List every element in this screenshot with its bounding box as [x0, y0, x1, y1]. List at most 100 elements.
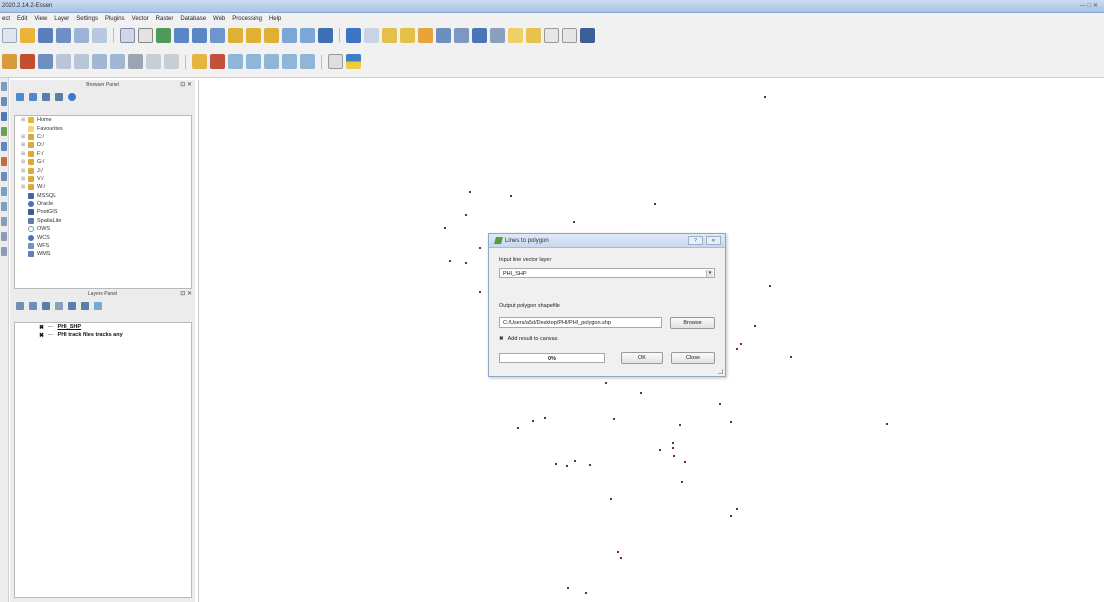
composer-manager-icon[interactable] — [92, 27, 107, 43]
expand-all-icon[interactable] — [68, 302, 76, 310]
zoom-to-layer-icon[interactable] — [264, 27, 279, 43]
menu-settings[interactable]: Settings — [76, 16, 98, 22]
close-button[interactable]: Close — [671, 352, 715, 364]
browser-item-ows[interactable]: OWS — [15, 225, 191, 233]
browser-item-wcs[interactable]: WCS — [15, 233, 191, 241]
zoom-to-selection-icon[interactable] — [246, 27, 261, 43]
print-composer-icon[interactable] — [74, 27, 89, 43]
toggle-editing-icon[interactable] — [20, 54, 35, 69]
ok-button[interactable]: OK — [621, 352, 663, 364]
browser-item-spatialite[interactable]: SpatiaLite — [15, 217, 191, 225]
menu-raster[interactable]: Raster — [156, 16, 174, 22]
show-labels-icon[interactable] — [228, 54, 243, 69]
menu-vector[interactable]: Vector — [132, 16, 149, 22]
add-selected-layers-icon[interactable] — [16, 93, 24, 101]
open-attribute-table-icon[interactable] — [418, 27, 433, 43]
output-shapefile-field[interactable] — [499, 317, 662, 328]
rotate-label-icon[interactable] — [264, 54, 279, 69]
zoom-out-icon[interactable] — [192, 27, 207, 43]
new-shapefile-icon[interactable] — [1, 232, 7, 241]
zoom-last-icon[interactable] — [282, 27, 297, 43]
menu-database[interactable]: Database — [180, 16, 206, 22]
style-manager-icon[interactable] — [16, 302, 24, 310]
browser-item-home[interactable]: ⊞ Home — [15, 116, 191, 124]
add-feature-icon[interactable] — [56, 54, 71, 69]
filter-by-expression-icon[interactable] — [55, 302, 63, 310]
menu-project[interactable]: ect — [2, 16, 10, 22]
close-icon[interactable]: ✕ — [706, 236, 721, 245]
browser-panel-controls[interactable]: ⊡ ✕ — [180, 81, 192, 88]
browser-item-drive-c[interactable]: ⊞ C:/ — [15, 133, 191, 141]
refresh-icon[interactable] — [29, 93, 37, 101]
current-edits-icon[interactable] — [2, 54, 17, 69]
cut-features-icon[interactable] — [128, 54, 143, 69]
add-wms-layer-icon[interactable] — [1, 172, 7, 181]
action-icon[interactable] — [364, 27, 379, 43]
chevron-down-icon[interactable]: ▾ — [706, 270, 713, 277]
add-raster-layer-icon[interactable] — [1, 97, 7, 106]
layers-panel-controls[interactable]: ⊡ ✕ — [180, 290, 192, 297]
layer-visibility-checkbox[interactable]: ✖ — [39, 324, 44, 331]
statistics-icon[interactable] — [454, 27, 469, 43]
add-wcs-layer-icon[interactable] — [1, 187, 7, 196]
add-postgis-layer-icon[interactable] — [1, 112, 7, 121]
new-temporary-layer-icon[interactable] — [1, 247, 7, 256]
window-controls[interactable]: — □ ✕ — [1080, 2, 1098, 9]
menu-edit[interactable]: Edit — [17, 16, 27, 22]
node-tool-icon[interactable] — [92, 54, 107, 69]
pan-icon[interactable] — [120, 27, 135, 43]
paste-features-icon[interactable] — [164, 54, 179, 69]
identify-icon[interactable] — [346, 27, 361, 43]
zoom-full-icon[interactable] — [228, 27, 243, 43]
delete-selected-icon[interactable] — [110, 54, 125, 69]
refresh-icon[interactable] — [318, 27, 333, 43]
browser-item-drive-w[interactable]: ⊞ W:/ — [15, 183, 191, 191]
browser-item-drive-j[interactable]: ⊞ J:/ — [15, 166, 191, 174]
pin-labels-icon[interactable] — [210, 54, 225, 69]
measure-icon[interactable] — [490, 27, 505, 43]
add-vector-layer-icon[interactable] — [1, 82, 7, 91]
menu-processing[interactable]: Processing — [232, 16, 262, 22]
zoom-in-icon[interactable] — [174, 27, 189, 43]
browser-item-wms[interactable]: WMS — [15, 250, 191, 258]
annotation-dropdown-icon[interactable] — [562, 27, 577, 43]
browser-item-drive-d[interactable]: ⊞ D:/ — [15, 141, 191, 149]
menu-view[interactable]: View — [34, 16, 47, 22]
layer-item[interactable]: ✖ — PHI track files tracks any — [15, 331, 191, 339]
browse-button[interactable]: Browse — [670, 317, 715, 329]
add-wfs-layer-icon[interactable] — [1, 202, 7, 211]
menu-layer[interactable]: Layer — [54, 16, 69, 22]
menu-help[interactable]: Help — [269, 16, 281, 22]
python-icon[interactable] — [346, 54, 361, 69]
move-label-icon[interactable] — [246, 54, 261, 69]
add-result-checkbox[interactable]: ✖ — [499, 336, 504, 342]
save-as-icon[interactable] — [56, 27, 71, 43]
copy-features-icon[interactable] — [146, 54, 161, 69]
move-feature-icon[interactable] — [74, 54, 89, 69]
add-group-icon[interactable] — [29, 302, 37, 310]
deselect-icon[interactable] — [400, 27, 415, 43]
pan-to-selection-icon[interactable] — [156, 27, 171, 43]
remove-layer-icon[interactable] — [94, 302, 102, 310]
output-shapefile-input[interactable] — [500, 318, 661, 327]
menu-web[interactable]: Web — [213, 16, 225, 22]
collapse-all-icon[interactable] — [81, 302, 89, 310]
label-icon[interactable] — [192, 54, 207, 69]
help-button[interactable]: ? — [688, 236, 703, 245]
browser-item-oracle[interactable]: Oracle — [15, 200, 191, 208]
resize-grip[interactable] — [718, 369, 723, 374]
add-mssql-layer-icon[interactable] — [1, 142, 7, 151]
browser-item-favourites[interactable]: Favourites — [15, 124, 191, 132]
info-icon[interactable] — [68, 93, 76, 101]
browser-item-mssql[interactable]: MSSQL — [15, 192, 191, 200]
select-features-icon[interactable] — [382, 27, 397, 43]
browser-item-drive-v[interactable]: ⊞ V:/ — [15, 175, 191, 183]
add-oracle-layer-icon[interactable] — [1, 157, 7, 166]
browser-item-drive-g[interactable]: ⊞ G:/ — [15, 158, 191, 166]
map-tips-icon[interactable] — [508, 27, 523, 43]
browser-item-wfs[interactable]: WFS — [15, 242, 191, 250]
add-delimited-text-icon[interactable] — [1, 217, 7, 226]
zoom-actual-icon[interactable] — [210, 27, 225, 43]
save-edits-icon[interactable] — [38, 54, 53, 69]
open-project-icon[interactable] — [20, 27, 35, 43]
